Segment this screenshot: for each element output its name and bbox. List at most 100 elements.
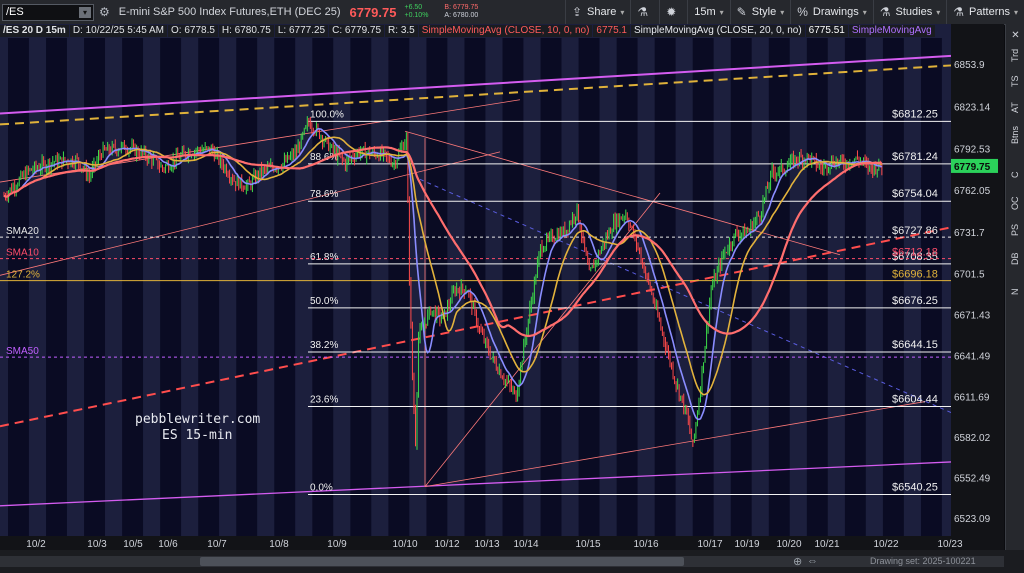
price-tick-label: 6701.5 [954, 269, 985, 280]
price-tick-label: 6731.7 [954, 228, 985, 239]
flask-icon: ⚗ [637, 5, 649, 19]
fib-price-label: $6754.04 [892, 188, 938, 200]
indicator-price-label: $6696.18 [892, 269, 938, 281]
fib-level-label: 50.0% [310, 296, 338, 307]
price-tick-label: 6853.9 [954, 60, 985, 71]
indicator-level-label: SMA10 [6, 248, 39, 259]
style-button[interactable]: ✎ Style ▾ [729, 0, 791, 24]
sidebar-item-db[interactable]: DB [1006, 246, 1024, 272]
session-band [844, 38, 866, 536]
session-band [730, 38, 752, 536]
time-tick-label: 10/14 [513, 539, 538, 550]
session-band [388, 38, 410, 536]
bar-high: H: 6780.75 [218, 24, 274, 37]
flask-button[interactable]: ⚗ [630, 0, 659, 24]
indicator-price-label: $6712.18 [892, 247, 938, 259]
time-tick-label: 10/21 [814, 539, 839, 550]
session-band [768, 38, 790, 536]
patterns-button[interactable]: ⚗ Patterns ▾ [946, 0, 1024, 24]
symbol-dropdown-icon[interactable]: ▾ [79, 6, 91, 18]
time-tick-label: 10/5 [123, 539, 143, 550]
fib-level-label: 88.6% [310, 152, 338, 163]
indicator-level-label: 127.2% [6, 270, 40, 281]
drawing-set-label: Drawing set: 2025-100221 [870, 556, 976, 566]
price-tick-label: 6792.53 [954, 144, 991, 155]
time-tick-label: 10/8 [269, 539, 289, 550]
scrollbar-thumb[interactable] [200, 557, 684, 566]
fib-level-label: 38.2% [310, 340, 338, 351]
session-band [274, 38, 296, 536]
pan-icon[interactable]: ⇔ [807, 555, 818, 567]
time-tick-label: 10/10 [392, 539, 417, 550]
share-icon: ⇪ [571, 5, 583, 19]
time-tick-label: 10/19 [734, 539, 759, 550]
bar-range: R: 3.5 [385, 24, 418, 37]
session-band [540, 38, 562, 536]
sma10-value: 6775.1 [593, 24, 630, 37]
sidebar-item-oc[interactable]: OC [1006, 190, 1024, 216]
symbol-input[interactable]: /ES ▾ [2, 3, 94, 21]
session-band [806, 38, 828, 536]
drawings-button[interactable]: % Drawings ▾ [790, 0, 873, 24]
session-band [84, 38, 106, 536]
price-tick-label: 6641.49 [954, 352, 991, 363]
chart-header: /ES 20 D 15m D: 10/22/25 5:45 AM O: 6778… [0, 24, 1004, 37]
sidebar-item-btns[interactable]: Btns [1006, 122, 1024, 148]
time-axis[interactable]: 10/2 10/3 10/5 10/6 10/7 10/8 10/9 10/10 10/12 10… [0, 536, 963, 550]
price-tick-label: 6823.14 [954, 102, 991, 113]
sidebar-item-at[interactable]: AT [1006, 95, 1024, 121]
fib-level-label: 23.6% [310, 394, 338, 405]
sidebar-item-trd[interactable]: Trd [1006, 42, 1024, 68]
price-change: +6.50 +0.10% [404, 4, 428, 20]
drawings-icon: % [797, 5, 808, 19]
sma10-label[interactable]: SimpleMovingAvg (CLOSE, 10, 0, no) [418, 24, 593, 37]
patterns-icon: ⚗ [953, 5, 965, 19]
fib-price-label: $6812.25 [892, 108, 938, 120]
price-chart[interactable]: 100.0% $6812.25 88.6% $6781.24 78.6% $6754.04… [0, 24, 1004, 550]
last-price: 6779.75 [349, 4, 397, 20]
sidebar-item-c[interactable]: C [1006, 162, 1024, 188]
time-tick-label: 10/6 [158, 539, 178, 550]
studies-button[interactable]: ⚗ Studies ▾ [872, 0, 946, 24]
top-toolbar: /ES ▾ ⚙ E-mini S&P 500 Index Futures,ETH… [0, 0, 1024, 25]
timeframe-button[interactable]: 15m ▾ [687, 0, 729, 24]
share-button[interactable]: ⇪ Share ▾ [564, 0, 630, 24]
bid-value: B: 6779.75 [444, 4, 479, 11]
sma50-label[interactable]: SimpleMovingAvg [848, 24, 935, 37]
session-band [350, 38, 372, 536]
price-tick-label: 6671.43 [954, 311, 991, 322]
sidebar-item-ts[interactable]: TS [1006, 68, 1024, 94]
time-tick-label: 10/13 [474, 539, 499, 550]
chart-settings-button[interactable]: ✹ [659, 0, 687, 24]
style-icon: ✎ [736, 5, 747, 19]
sma20-label[interactable]: SimpleMovingAvg (CLOSE, 20, 0, no) [631, 24, 805, 37]
time-tick-label: 10/12 [434, 539, 459, 550]
time-tick-label: 10/17 [697, 539, 722, 550]
sidebar-item-ps[interactable]: PS [1006, 217, 1024, 243]
time-tick-label: 10/23 [937, 539, 962, 550]
fib-price-label: $6644.15 [892, 339, 938, 351]
indicator-level-label: SMA20 [6, 226, 39, 237]
gear-icon: ✹ [666, 5, 677, 19]
price-axis[interactable]: 6853.9 6823.14 6792.53 6762.05 6731.7 6701.5 6… [951, 24, 1004, 550]
indicator-price-label: $6727.86 [892, 225, 938, 237]
zoom-icon[interactable]: ⊕ [793, 555, 802, 568]
sidebar-item-n[interactable]: N [1006, 279, 1024, 305]
time-tick-label: 10/9 [327, 539, 347, 550]
time-tick-label: 10/22 [873, 539, 898, 550]
studies-icon: ⚗ [879, 5, 891, 19]
price-tick-label: 6762.05 [954, 186, 991, 197]
time-tick-label: 10/2 [26, 539, 46, 550]
fib-level-label: 61.8% [310, 252, 338, 263]
watermark-timeframe: ES 15-min [162, 428, 233, 443]
sma20-value: 6775.51 [805, 24, 848, 37]
settings-icon[interactable]: ⚙ [99, 5, 110, 19]
time-tick-label: 10/20 [776, 539, 801, 550]
watermark-site: pebblewriter.com [135, 412, 261, 427]
fib-price-label: $6781.24 [892, 151, 938, 163]
session-band [122, 38, 144, 536]
horizontal-scrollbar[interactable] [0, 556, 1004, 567]
time-tick-label: 10/16 [633, 539, 658, 550]
right-sidebar: ✕ Trd TS AT Btns C OC PS DB N [1005, 24, 1024, 550]
price-tick-label: 6523.09 [954, 514, 991, 525]
